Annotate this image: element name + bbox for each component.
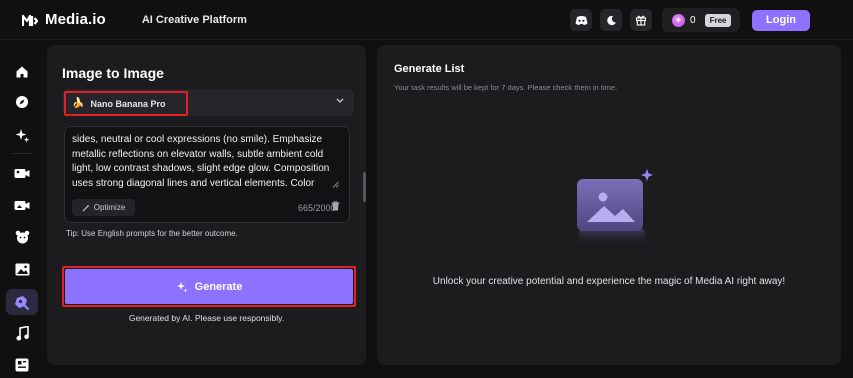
ai-disclaimer: Generated by AI. Please use responsibly.	[128, 313, 285, 323]
sidebar-item-music[interactable]	[6, 320, 38, 346]
app-window: Media.io AI Creative Platform ✦ 0 Free L…	[0, 0, 853, 378]
trash-icon[interactable]	[331, 201, 340, 211]
theme-toggle-button[interactable]	[600, 9, 622, 31]
panel-title: Image to Image	[62, 65, 164, 81]
prompt-textarea[interactable]: sides, neutral or cool expressions (no s…	[64, 126, 350, 223]
empty-image-illustration-icon	[577, 169, 653, 247]
brand-name: Media.io	[45, 11, 106, 28]
panel-scrollbar[interactable]	[363, 172, 366, 202]
image-icon	[15, 263, 29, 275]
sidebar-item-ai-tools[interactable]	[6, 122, 38, 148]
optimize-label: Optimize	[93, 203, 126, 212]
video-icon	[14, 168, 30, 178]
model-label: Nano Banana Pro	[90, 98, 166, 109]
prompt-text[interactable]: sides, neutral or cool expressions (no s…	[72, 133, 334, 191]
avatar-icon	[15, 230, 29, 244]
image-video-icon	[14, 200, 30, 210]
gift-icon	[635, 15, 647, 26]
discord-icon	[575, 15, 587, 25]
banana-icon: 🍌	[72, 98, 85, 109]
home-icon	[16, 66, 28, 78]
credits-indicator[interactable]: ✦ 0 Free	[662, 8, 740, 32]
model-select[interactable]: 🍌 Nano Banana Pro	[62, 89, 354, 116]
explore-icon	[16, 96, 28, 108]
credit-count: 0	[690, 14, 696, 26]
prompt-tip: Tip: Use English prompts for the better …	[66, 229, 238, 238]
magic-wand-icon	[82, 204, 90, 211]
generate-list-panel: Generate List Your task results will be …	[377, 45, 841, 365]
resize-handle-icon[interactable]	[332, 181, 339, 188]
generate-list-title: Generate List	[394, 63, 465, 75]
login-button[interactable]: Login	[752, 9, 810, 31]
discord-button[interactable]	[570, 9, 592, 31]
sidebar-item-tools[interactable]	[6, 352, 38, 378]
sidebar-item-explore[interactable]	[6, 89, 38, 115]
sidebar-item-video[interactable]	[6, 160, 38, 186]
generate-button[interactable]: Generate	[65, 269, 353, 304]
sparkle-icon	[176, 281, 188, 292]
top-header: Media.io AI Creative Platform ✦ 0 Free L…	[0, 0, 853, 40]
generate-label: Generate	[194, 280, 243, 293]
sidebar-item-image-to-image[interactable]	[6, 289, 38, 315]
image-edit-icon	[15, 295, 30, 310]
sparkle-icon	[15, 128, 29, 142]
image-to-image-panel: Image to Image 🍌 Nano Banana Pro sides, …	[47, 45, 366, 365]
empty-state-message: Unlock your creative potential and exper…	[432, 276, 786, 287]
plan-badge: Free	[704, 13, 732, 27]
optimize-button[interactable]: Optimize	[72, 199, 135, 216]
sidebar	[0, 40, 44, 378]
tools-icon	[15, 358, 29, 372]
platform-tagline: AI Creative Platform	[141, 13, 247, 26]
music-icon	[16, 325, 29, 340]
media-io-logo-icon	[22, 14, 38, 26]
credit-coin-icon: ✦	[672, 13, 685, 27]
sidebar-item-home[interactable]	[6, 59, 38, 85]
generate-highlight-box: Generate	[62, 266, 356, 307]
sidebar-item-avatar[interactable]	[6, 224, 38, 250]
model-highlight-box: 🍌 Nano Banana Pro	[64, 91, 188, 116]
header-actions: ✦ 0 Free Login	[570, 0, 853, 40]
sidebar-item-image[interactable]	[6, 256, 38, 282]
character-count: 665/2000	[298, 203, 336, 213]
gift-button[interactable]	[630, 9, 652, 31]
sidebar-item-image-to-video[interactable]	[6, 192, 38, 218]
moon-icon	[606, 15, 616, 25]
chevron-down-icon[interactable]	[336, 98, 344, 104]
generate-list-subtitle: Your task results will be kept for 7 day…	[394, 83, 618, 92]
sidebar-divider	[12, 153, 32, 154]
brand-logo[interactable]: Media.io	[22, 11, 106, 28]
